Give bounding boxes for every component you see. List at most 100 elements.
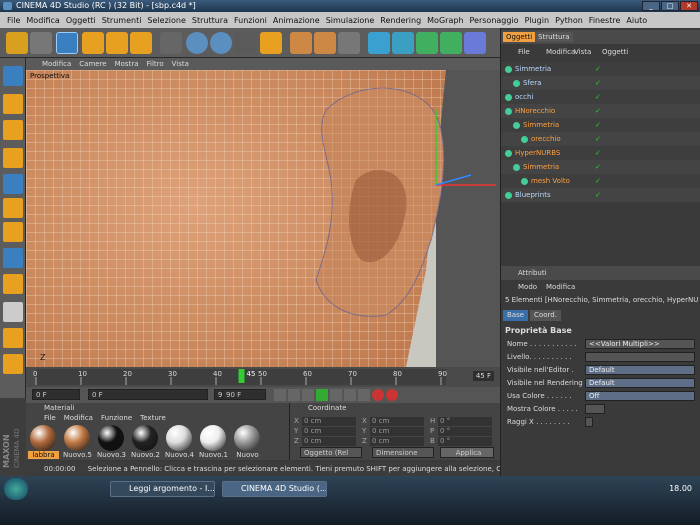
checker-icon[interactable]	[3, 302, 23, 322]
materials-menu-modifica[interactable]: Modifica	[64, 413, 93, 423]
enable-check-icon[interactable]: ✓	[595, 118, 601, 132]
redo-icon[interactable]	[30, 32, 52, 54]
enable-check-icon[interactable]: ✓	[595, 160, 601, 174]
goto-start-icon[interactable]	[274, 389, 286, 401]
attribute-value[interactable]: Off	[585, 391, 695, 401]
tab-base[interactable]: Base	[503, 310, 529, 321]
object-row[interactable]: mesh Volto ✓	[501, 174, 700, 188]
menu-item-oggetti[interactable]: Oggetti	[63, 16, 99, 25]
next-key-icon[interactable]	[344, 389, 356, 401]
menu-item-animazione[interactable]: Animazione	[270, 16, 323, 25]
task-item-cinema4d[interactable]: CINEMA 4D Studio (...	[222, 481, 327, 497]
spline-icon[interactable]	[392, 32, 414, 54]
cube-icon[interactable]	[368, 32, 390, 54]
snap-icon[interactable]	[3, 328, 23, 348]
points-mode-icon[interactable]	[3, 174, 23, 194]
last-tool-icon[interactable]	[160, 32, 182, 54]
model-mode-icon[interactable]	[3, 66, 23, 86]
y-axis-icon[interactable]	[210, 32, 232, 54]
coord-mode-select[interactable]: Oggetto (Rel	[300, 447, 362, 458]
object-menu-file[interactable]: File	[515, 47, 533, 57]
record-icon[interactable]	[372, 389, 384, 401]
object-row[interactable]: Simmetria ✓	[501, 160, 700, 174]
material-item[interactable]: Nuovo.1	[198, 425, 229, 459]
object-menu-vista[interactable]: Vista	[571, 47, 594, 57]
render-settings-icon[interactable]	[338, 32, 360, 54]
attributes-menu-modifica[interactable]: Modifica	[543, 282, 578, 292]
viewport-menu-vista[interactable]: Vista	[172, 60, 189, 68]
material-item[interactable]: Nuovo.4	[164, 425, 195, 459]
menu-item-mograph[interactable]: MoGraph	[424, 16, 466, 25]
coord-value-field[interactable]: 0 °	[438, 417, 492, 426]
menu-item-file[interactable]: File	[4, 16, 23, 25]
menu-item-finestre[interactable]: Finestre	[586, 16, 624, 25]
edges-mode-icon[interactable]	[3, 198, 23, 218]
polygons-mode-icon[interactable]	[3, 222, 23, 242]
close-button[interactable]: ✕	[680, 1, 698, 11]
z-axis-icon[interactable]	[234, 32, 256, 54]
enable-check-icon[interactable]: ✓	[595, 146, 601, 160]
enable-check-icon[interactable]: ✓	[595, 62, 601, 76]
coord-value-field[interactable]: 0 cm	[370, 437, 424, 446]
attribute-value[interactable]: Default	[585, 378, 695, 388]
enable-check-icon[interactable]: ✓	[595, 104, 601, 118]
current-frame-field[interactable]: 0 F	[32, 389, 80, 400]
enable-check-icon[interactable]: ✓	[595, 188, 601, 202]
object-menu-oggetti[interactable]: Oggetti	[599, 47, 631, 57]
tab-coord[interactable]: Coord.	[530, 310, 561, 321]
materials-menu-texture[interactable]: Texture	[140, 413, 166, 423]
object-row[interactable]: HyperNURBS ✓	[501, 146, 700, 160]
menu-item-rendering[interactable]: Rendering	[377, 16, 424, 25]
max-frame-field[interactable]: 90 F	[222, 389, 266, 400]
workplane-icon[interactable]	[3, 354, 23, 374]
material-item[interactable]: Nuovo.3	[96, 425, 127, 459]
maximize-button[interactable]: □	[661, 1, 679, 11]
viewport[interactable]: Z Prospettiva	[26, 70, 500, 367]
tab-oggetti[interactable]: Oggetti	[503, 32, 536, 42]
render-picture-icon[interactable]	[314, 32, 336, 54]
uv-points-icon[interactable]	[3, 248, 23, 268]
coord-value-field[interactable]: 0 °	[438, 427, 492, 436]
autokey-icon[interactable]	[386, 389, 398, 401]
object-row[interactable]: orecchio ✓	[501, 132, 700, 146]
select-tool-icon[interactable]	[56, 32, 78, 54]
texture-mode-icon[interactable]	[3, 120, 23, 140]
task-item-browser[interactable]: Leggi argomento - I...	[110, 481, 215, 497]
coord-system-icon[interactable]	[260, 32, 282, 54]
viewport-menu-mostra[interactable]: Mostra	[115, 60, 139, 68]
prev-frame-icon[interactable]	[302, 389, 314, 401]
object-row[interactable]: HNorecchio ✓	[501, 104, 700, 118]
object-row[interactable]: Blueprints ✓	[501, 188, 700, 202]
enable-check-icon[interactable]: ✓	[595, 76, 601, 90]
minimize-button[interactable]: _	[642, 1, 660, 11]
material-item[interactable]: labbra	[28, 425, 59, 459]
viewport-menu-modifica[interactable]: Modifica	[42, 60, 71, 68]
enable-check-icon[interactable]: ✓	[595, 90, 601, 104]
enable-check-icon[interactable]: ✓	[595, 132, 601, 146]
coord-value-field[interactable]: 0 cm	[302, 427, 356, 436]
menu-item-strumenti[interactable]: Strumenti	[99, 16, 145, 25]
object-row[interactable]: Sfera ✓	[501, 76, 700, 90]
next-frame-icon[interactable]	[330, 389, 342, 401]
rotate-tool-icon[interactable]	[130, 32, 152, 54]
scale-tool-icon[interactable]	[106, 32, 128, 54]
attribute-value[interactable]: Default	[585, 365, 695, 375]
material-item[interactable]: Nuovo.2	[130, 425, 161, 459]
nurbs-icon[interactable]	[416, 32, 438, 54]
coord-value-field[interactable]: 0 cm	[370, 417, 424, 426]
timeline[interactable]: 0 10 20 30 40 50 60 70 80 90 45 45 F	[26, 367, 500, 387]
coord-value-field[interactable]: 0 cm	[302, 437, 356, 446]
coord-value-field[interactable]: 0 °	[438, 437, 492, 446]
coord-value-field[interactable]: 0 cm	[302, 417, 356, 426]
menu-item-funzioni[interactable]: Funzioni	[231, 16, 270, 25]
menu-item-struttura[interactable]: Struttura	[189, 16, 231, 25]
move-tool-icon[interactable]	[82, 32, 104, 54]
start-frame-field[interactable]: 0 F	[88, 389, 208, 400]
attributes-menu-modo[interactable]: Modo	[515, 282, 540, 292]
play-icon[interactable]	[316, 389, 328, 401]
start-button[interactable]	[4, 478, 28, 500]
menu-item-personaggio[interactable]: Personaggio	[467, 16, 522, 25]
menu-item-plugin[interactable]: Plugin	[522, 16, 553, 25]
materials-menu-funzione[interactable]: Funzione	[101, 413, 132, 423]
render-view-icon[interactable]	[290, 32, 312, 54]
